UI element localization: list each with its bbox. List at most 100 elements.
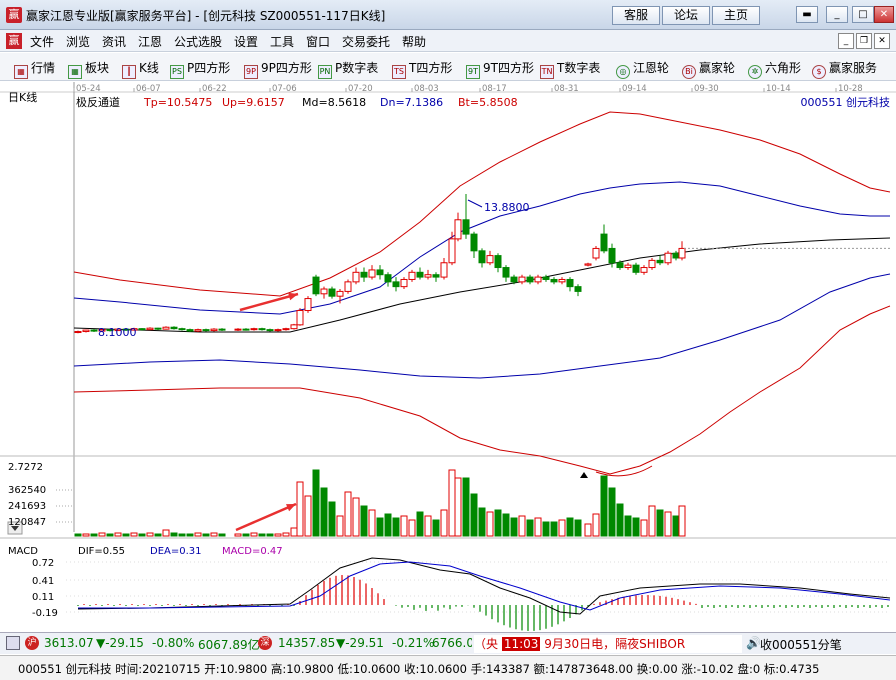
date-tick: 10-14 (766, 84, 791, 94)
macd-tick: -0.19 (32, 608, 58, 619)
date-tick: 09-14 (622, 84, 647, 94)
volume-bar (392, 517, 400, 537)
mdi-minimize-icon[interactable]: _ (838, 33, 854, 49)
macd-dea: DEA=0.31 (150, 546, 202, 557)
volume-tick: 120847 (8, 517, 46, 528)
restore-down-icon[interactable]: ▬ (796, 6, 818, 23)
sh-index-icon[interactable]: 沪 (25, 636, 39, 650)
mdi-restore-icon[interactable]: ❐ (856, 33, 872, 49)
minimize-button[interactable]: _ (826, 6, 848, 23)
toolbar-winner-wheel-button[interactable]: Bi 赢家轮 (682, 59, 735, 79)
menu-help[interactable]: 帮助 (402, 33, 426, 50)
candle-body (534, 276, 542, 283)
candle-body (250, 328, 258, 331)
maximize-button[interactable]: □ (852, 6, 874, 23)
candle-body (138, 328, 146, 331)
sz-index-pct: -0.21% (392, 636, 435, 650)
ps-icon: PS (170, 65, 184, 79)
toolbar-gann-wheel-button[interactable]: ◎ 江恩轮 (616, 59, 669, 79)
toolbar-candlestick-button[interactable]: ┃ K线 (122, 59, 159, 79)
toolbar-ts-button[interactable]: TS T四方形 (392, 59, 452, 79)
indicator-tp: Tp=10.5475 (143, 96, 212, 109)
menu-settings[interactable]: 设置 (234, 33, 258, 50)
close-button[interactable]: ✕ (874, 6, 894, 23)
volume-bar (234, 533, 242, 537)
volume-bar (266, 533, 274, 537)
candle-body (360, 271, 368, 278)
speaker-icon[interactable]: 🔊 (746, 636, 761, 650)
candle-body (336, 290, 344, 297)
volume-bar (282, 532, 290, 537)
toolbar-tn-button[interactable]: TN T数字表 (540, 59, 600, 79)
volume-bar (424, 515, 432, 537)
menu-formula[interactable]: 公式选股 (174, 33, 222, 50)
toolbar-9p-button[interactable]: 9P 9P四方形 (244, 59, 312, 79)
toolbar-pn-button[interactable]: PN P数字表 (318, 59, 378, 79)
pn-icon: PN (318, 65, 332, 79)
menu-window[interactable]: 窗口 (306, 33, 330, 50)
macd-tick: 0.72 (32, 558, 54, 569)
stock-label: 000551 创元科技 (801, 95, 891, 109)
menu-logo-icon[interactable]: 赢 (6, 33, 22, 49)
toolbar-label: 板块 (85, 61, 110, 75)
volume-bar (432, 519, 440, 537)
stock-chart[interactable]: 05-24 06-07 06-22 07-06 07-20 08-03 08-17 08-31… (0, 82, 896, 632)
toolbar-hexagon-button[interactable]: ✲ 六角形 (748, 59, 801, 79)
menu-browse[interactable]: 浏览 (66, 33, 90, 50)
menu-file[interactable]: 文件 (30, 33, 54, 50)
low-price-label: 8.1000 (98, 326, 137, 339)
volume-bar (360, 505, 368, 537)
volume-bar (344, 491, 352, 537)
calculator-icon[interactable] (6, 636, 20, 650)
volume-bar (368, 509, 376, 537)
candle-body (470, 233, 478, 252)
volume-bar (664, 511, 672, 537)
title-bar: 赢 赢家江恩专业版[赢家服务平台] - [创元科技 SZ000551-117日K… (0, 0, 896, 30)
volume-bar (640, 519, 648, 537)
toolbar-dollar-button[interactable]: $ 赢家服务 (812, 59, 877, 79)
candle-body (592, 247, 600, 259)
mdi-close-icon[interactable]: ✕ (874, 33, 890, 49)
candle-body (266, 329, 274, 332)
news-ticker[interactable]: （央 11:03 9月30日电，隔夜SHIBOR (474, 635, 742, 653)
indicator-name: 极反通道 (76, 95, 120, 109)
candle-body (344, 281, 352, 292)
sh-index-amount: 6067.89亿 (198, 638, 260, 652)
menu-info[interactable]: 资讯 (102, 33, 126, 50)
home-button[interactable]: 主页 (712, 6, 760, 25)
date-tick: 05-24 (76, 84, 101, 94)
volume-bar (656, 509, 664, 537)
volume-bar (566, 517, 574, 537)
candlestick-icon: ┃ (122, 65, 136, 79)
candle-body (290, 324, 298, 330)
customer-service-button[interactable]: 客服 (612, 6, 660, 25)
volume-bar (494, 509, 502, 537)
date-tick: 06-22 (202, 84, 227, 94)
volume-bar (296, 481, 304, 537)
volume-bar (600, 475, 608, 537)
toolbar-ps-button[interactable]: PS P四方形 (170, 59, 230, 79)
candle-body (678, 247, 686, 259)
menu-gann[interactable]: 江恩 (138, 33, 162, 50)
toolbar-grid-button[interactable]: ▦ 行情 (14, 59, 55, 79)
quote-status-bar: 000551 创元科技 时间:20210715 开:10.9800 高:10.9… (0, 655, 896, 680)
tick-detail-label[interactable]: 收000551分笔 (760, 636, 842, 653)
volume-bar (518, 515, 526, 537)
menu-trade[interactable]: 交易委托 (342, 33, 390, 50)
toolbar-sector-button[interactable]: ▦ 板块 (68, 59, 109, 79)
date-tick: 08-17 (482, 84, 507, 94)
volume-bar (290, 527, 298, 537)
upper-inner-band (73, 181, 890, 315)
date-tick: 08-03 (414, 84, 439, 94)
toolbar-label: 赢家轮 (699, 61, 736, 75)
toolbar-9t-button[interactable]: 9T 9T四方形 (466, 59, 534, 79)
toolbar-label: P数字表 (335, 61, 379, 75)
menu-tools[interactable]: 工具 (270, 33, 294, 50)
forum-button[interactable]: 论坛 (662, 6, 710, 25)
sz-index-icon[interactable]: 深 (258, 636, 272, 650)
sh-index-value: 3613.07 (44, 636, 94, 650)
toolbar-label: 9T四方形 (483, 61, 534, 75)
candle-body (258, 328, 266, 331)
grid-icon: ▦ (14, 65, 28, 79)
toolbar-label: T数字表 (557, 61, 601, 75)
